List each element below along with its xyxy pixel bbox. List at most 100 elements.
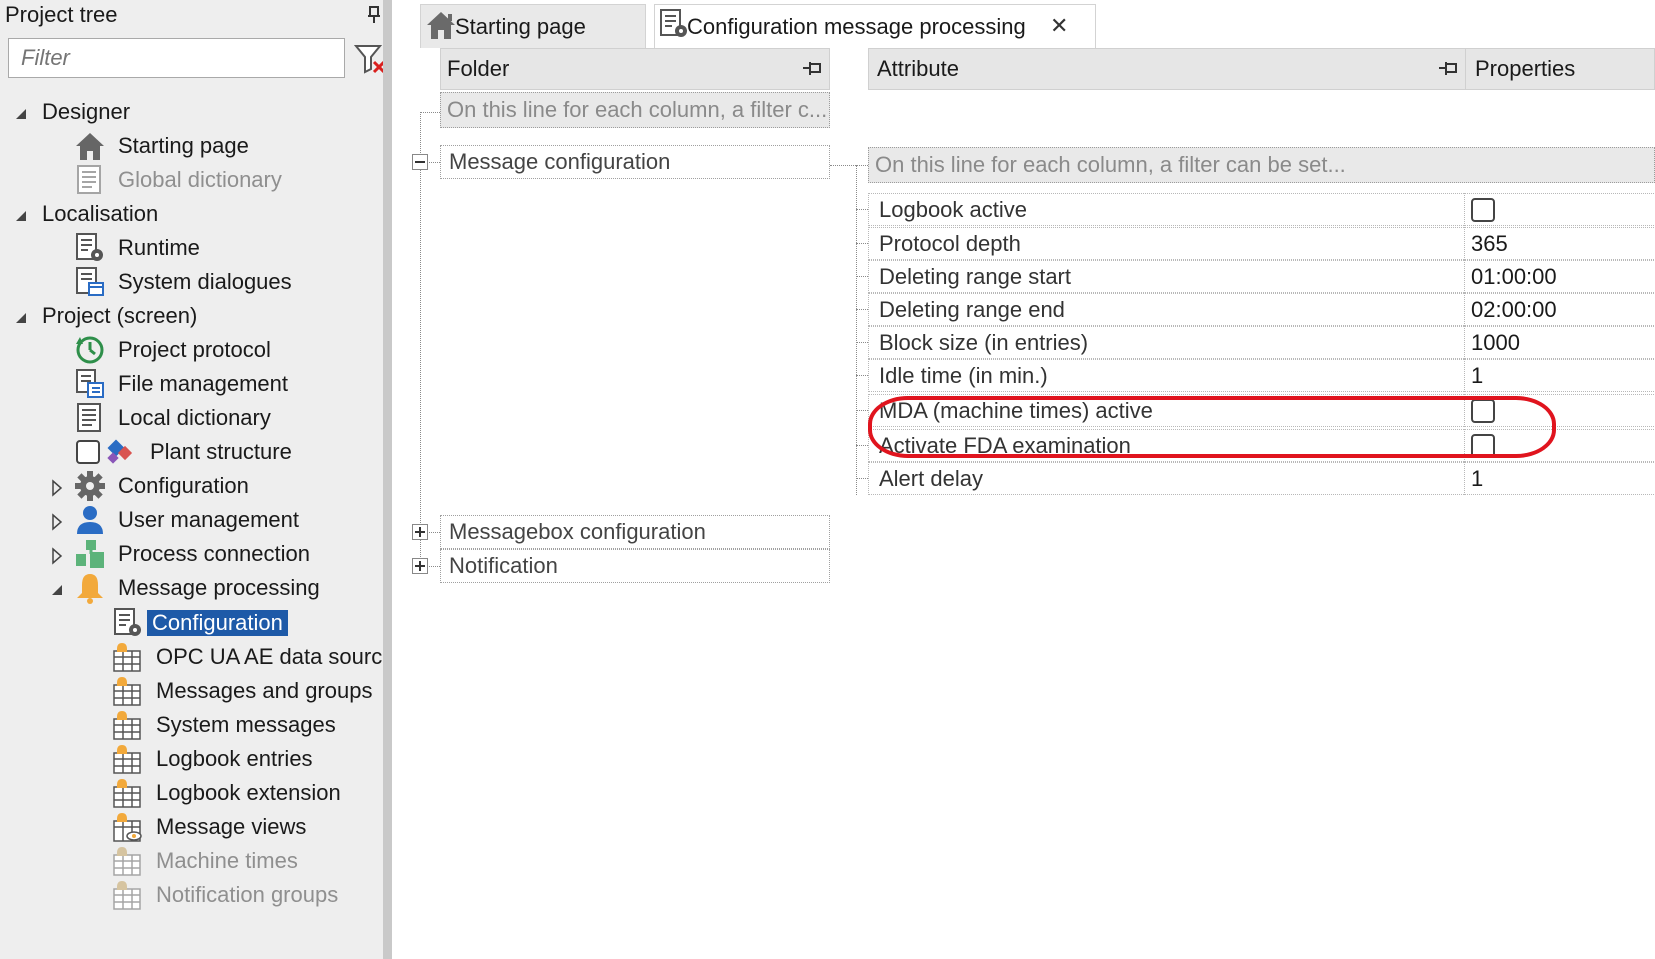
property-attribute-label: Protocol depth — [879, 230, 1021, 256]
tree-line — [856, 209, 868, 210]
tree-item[interactable]: Plant structure — [0, 435, 383, 469]
tree-item-label: Starting page — [118, 133, 249, 158]
property-row[interactable]: Logbook active — [856, 193, 1655, 226]
folder-column-header[interactable]: Folder — [440, 48, 830, 90]
config-doc-icon — [112, 607, 146, 639]
properties-column-header[interactable]: Properties — [1465, 48, 1655, 90]
triangle-collapsed-icon[interactable] — [48, 511, 66, 531]
folder-filter-row[interactable]: On this line for each column, a filter c… — [440, 92, 830, 128]
property-row[interactable]: Deleting range end 02:00:00 — [856, 293, 1655, 326]
property-row[interactable]: Idle time (in min.) 1 — [856, 359, 1655, 392]
tree-item[interactable]: Localisation — [0, 197, 383, 231]
tree-item[interactable]: Notification groups — [0, 878, 383, 912]
property-value[interactable] — [1464, 193, 1655, 226]
pin-icon[interactable] — [803, 62, 823, 76]
tree-item-label: Configuration — [147, 610, 288, 636]
tree-item[interactable]: Logbook extension — [0, 776, 383, 810]
tree-item-label: Global dictionary — [118, 167, 282, 192]
tree-item[interactable]: Designer — [0, 95, 383, 129]
property-checkbox[interactable] — [1471, 197, 1495, 222]
property-row[interactable]: Alert delay 1 — [856, 462, 1655, 495]
tree-item[interactable]: User management — [0, 503, 383, 537]
pin-icon[interactable] — [1439, 62, 1459, 76]
tree-item-label: Messages and groups — [156, 678, 373, 703]
tree-item-label: Designer — [42, 99, 131, 124]
property-value[interactable]: 1 — [1464, 462, 1655, 495]
tree-item[interactable]: Runtime — [0, 231, 383, 265]
tree-line — [856, 478, 868, 479]
tree-item[interactable]: OPC UA AE data sourc — [0, 640, 383, 674]
tree-item-label: Logbook entries — [156, 746, 313, 771]
tree-item-checkbox[interactable] — [76, 440, 100, 464]
tab-close-icon[interactable]: ✕ — [1050, 13, 1068, 39]
triangle-expanded-icon[interactable] — [12, 205, 30, 223]
property-attribute-label: Alert delay — [879, 465, 983, 491]
tree-item[interactable]: Global dictionary — [0, 163, 383, 197]
tree-item[interactable]: Machine times — [0, 844, 383, 878]
tree-item[interactable]: Project (screen) — [0, 299, 383, 333]
folder-node-notification[interactable]: Notification — [440, 549, 830, 583]
tree-line — [856, 309, 868, 310]
tree-item[interactable]: Logbook entries — [0, 742, 383, 776]
tree-item[interactable]: Local dictionary — [0, 401, 383, 435]
tree-line — [830, 165, 868, 166]
project-tree-panel: Project tree Designer Starting page Global… — [0, 0, 392, 959]
home-icon — [74, 130, 108, 162]
tree-item[interactable]: File management — [0, 367, 383, 401]
tree-item[interactable]: Messages and groups — [0, 674, 383, 708]
tree-line — [856, 243, 868, 244]
tree-line — [429, 566, 440, 567]
bell-icon — [74, 572, 108, 604]
tab-starting-page-label: Starting page — [455, 14, 586, 39]
tab-starting-page[interactable]: Starting page — [420, 4, 646, 48]
property-attribute-label: Deleting range start — [879, 263, 1071, 289]
folder-node-message-configuration[interactable]: Message configuration — [440, 145, 830, 179]
property-value-text: 1000 — [1471, 329, 1520, 355]
tree-item[interactable]: Message processing — [0, 571, 383, 605]
clear-filter-icon[interactable] — [352, 42, 388, 76]
triangle-expanded-icon[interactable] — [48, 579, 66, 597]
property-value[interactable]: 365 — [1464, 227, 1655, 260]
tree-item[interactable]: Project protocol — [0, 333, 383, 367]
message-table-icon — [112, 743, 146, 775]
property-attribute: Alert delay — [868, 462, 1464, 495]
property-attribute: Deleting range start — [868, 260, 1464, 293]
property-row[interactable]: Protocol depth 365 — [856, 227, 1655, 260]
triangle-collapsed-icon[interactable] — [48, 477, 66, 497]
attribute-column-header[interactable]: Attribute — [868, 48, 1466, 90]
tree-item[interactable]: Starting page — [0, 129, 383, 163]
pin-icon[interactable] — [367, 6, 381, 24]
property-attribute-label: Deleting range end — [879, 296, 1065, 322]
property-value[interactable]: 1000 — [1464, 326, 1655, 359]
property-value[interactable]: 02:00:00 — [1464, 293, 1655, 326]
tree-item[interactable]: Message views — [0, 810, 383, 844]
properties-filter-row[interactable]: On this line for each column, a filter c… — [868, 147, 1655, 183]
tab-configuration-message-processing[interactable]: Configuration message processing ✕ — [654, 4, 1096, 48]
tree-item[interactable]: Process connection — [0, 537, 383, 571]
folder-node-messagebox-configuration[interactable]: Messagebox configuration — [440, 515, 830, 549]
triangle-expanded-icon[interactable] — [12, 103, 30, 121]
collapse-toggle[interactable] — [412, 154, 428, 170]
folder-filter-text: On this line for each column, a filter c… — [447, 97, 828, 122]
tree-item-label: Project protocol — [118, 337, 271, 362]
tree-item[interactable]: System dialogues — [0, 265, 383, 299]
tree-item[interactable]: Configuration — [0, 469, 383, 503]
property-value-text: 1 — [1471, 465, 1484, 491]
expand-toggle[interactable] — [412, 558, 428, 574]
triangle-collapsed-icon[interactable] — [48, 545, 66, 565]
gear-icon — [74, 470, 108, 502]
triangle-expanded-icon[interactable] — [12, 307, 30, 325]
tree-item[interactable]: System messages — [0, 708, 383, 742]
property-row[interactable]: Block size (in entries) 1000 — [856, 326, 1655, 359]
property-value-text: 01:00:00 — [1471, 263, 1557, 289]
expand-toggle[interactable] — [412, 524, 428, 540]
folder-node-label: Notification — [449, 553, 558, 578]
property-value[interactable]: 01:00:00 — [1464, 260, 1655, 293]
property-attribute: Protocol depth — [868, 227, 1464, 260]
tree-filter-input[interactable] — [8, 38, 345, 78]
tree-item-label: Configuration — [118, 473, 249, 498]
property-value[interactable]: 1 — [1464, 359, 1655, 392]
property-row[interactable]: Deleting range start 01:00:00 — [856, 260, 1655, 293]
tree-item[interactable]: Configuration — [0, 606, 383, 640]
tree-item-label: Local dictionary — [118, 405, 271, 430]
